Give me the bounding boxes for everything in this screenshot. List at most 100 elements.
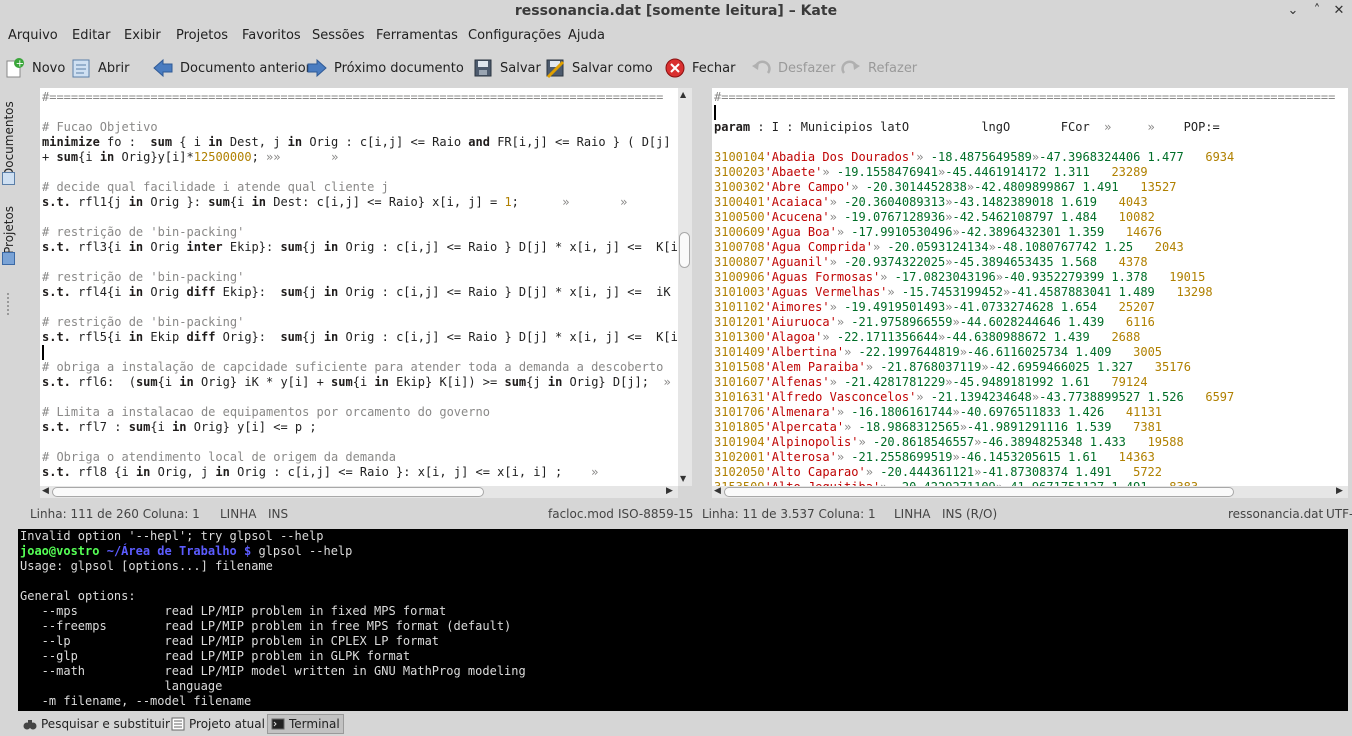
- new-label: Novo: [32, 60, 66, 76]
- menu-ferramentas[interactable]: Ferramentas: [376, 28, 458, 43]
- left-editor-view[interactable]: #=======================================…: [40, 88, 678, 486]
- new-document-icon: +: [4, 57, 26, 79]
- undo-icon: [750, 57, 772, 79]
- code-line: s.t. rfl5{i in Ekip diff Orig}: sum{j in…: [42, 330, 678, 344]
- data-row: 3102001'Alterosa'» -21.2558699519»-46.14…: [714, 450, 1155, 464]
- data-row: 3101102'Aimores'» -19.4919501493»-41.073…: [714, 300, 1155, 314]
- right-horizontal-scrollbar[interactable]: ◀ ▶: [712, 486, 1348, 498]
- tab-search-replace[interactable]: Pesquisar e substituir: [20, 714, 173, 734]
- project-list-icon: [171, 717, 185, 731]
- right-filename: ressonancia.dat: [1228, 507, 1324, 521]
- terminal-prompt-line: joao@vostro ~/Área de Trabalho $ glpsol …: [20, 544, 352, 559]
- data-row: 3101607'Alfenas'» -21.4281781229»-45.948…: [714, 375, 1148, 389]
- scroll-left-arrow-icon[interactable]: ◀: [42, 486, 49, 496]
- left-input-mode[interactable]: LINHA: [220, 507, 256, 521]
- open-folder-icon: [70, 57, 92, 79]
- right-insert-mode[interactable]: INS (R/O): [942, 507, 997, 521]
- data-row: 3100906'Aguas Formosas'» -17.0823043196»…: [714, 270, 1206, 284]
- terminal-line: -m filename, --model filename: [20, 694, 252, 708]
- scroll-up-arrow-icon[interactable]: ▲: [680, 90, 686, 99]
- terminal-panel[interactable]: Invalid option '--hepl'; try glpsol --he…: [18, 529, 1348, 711]
- code-line: s.t. rfl1{j in Orig }: sum{i in Dest: c[…: [42, 195, 628, 209]
- close-label: Fechar: [692, 60, 736, 76]
- close-document-button[interactable]: Fechar: [664, 56, 735, 80]
- binoculars-icon: [23, 717, 37, 731]
- left-vertical-scrollbar[interactable]: ▲ ▼: [678, 88, 692, 486]
- data-row: 3101201'Aiuruoca'» -21.9758966559»-44.60…: [714, 315, 1155, 329]
- menu-ajuda[interactable]: Ajuda: [568, 28, 605, 43]
- data-row: 3101508'Alem Paraiba'» -21.8768037119»-4…: [714, 360, 1191, 374]
- code-line: # decide qual facilidade i atende qual c…: [42, 180, 389, 194]
- tab-terminal[interactable]: Terminal: [267, 714, 344, 734]
- right-scroll-left-arrow-icon[interactable]: ◀: [714, 486, 721, 496]
- menu-editar[interactable]: Editar: [72, 28, 111, 43]
- menu-exibir[interactable]: Exibir: [124, 28, 161, 43]
- menu-projetos[interactable]: Projetos: [176, 28, 228, 43]
- redo-button[interactable]: Refazer: [840, 56, 917, 80]
- project-icon: [2, 252, 15, 265]
- data-row: 3100807'Aguanil'» -20.9374322025»-45.389…: [714, 255, 1148, 269]
- data-separator-line: #=======================================…: [714, 90, 1336, 104]
- left-vertical-scroll-thumb[interactable]: [679, 232, 690, 268]
- next-document-label: Próximo documento: [334, 60, 464, 76]
- save-label: Salvar: [500, 60, 541, 76]
- text-cursor: [714, 105, 716, 120]
- current-line-highlight: [40, 345, 678, 360]
- main-toolbar: + Novo Abrir Documento anterior Próximo …: [0, 50, 1352, 84]
- left-horizontal-scrollbar[interactable]: ◀ ▶: [40, 486, 678, 498]
- close-window-button[interactable]: ✕: [1330, 2, 1348, 20]
- data-row: 3101003'Aguas Vermelhas'» -15.7453199452…: [714, 285, 1213, 299]
- tab-current-project[interactable]: Projeto atual: [168, 714, 268, 734]
- minimize-button[interactable]: ⌄: [1284, 2, 1302, 20]
- right-horizontal-scroll-thumb[interactable]: [724, 487, 1234, 497]
- code-line: # Fucao Objetivo: [42, 120, 158, 134]
- splitter-handle[interactable]: [7, 293, 10, 315]
- left-horizontal-scroll-thumb[interactable]: [52, 487, 484, 497]
- menu-favoritos[interactable]: Favoritos: [242, 28, 301, 43]
- tab-search-replace-label: Pesquisar e substituir: [41, 717, 170, 731]
- right-scroll-right-arrow-icon[interactable]: ▶: [1336, 486, 1343, 496]
- save-button[interactable]: Salvar: [472, 56, 541, 80]
- save-as-button[interactable]: Salvar como: [544, 56, 653, 80]
- next-document-button[interactable]: Próximo documento: [306, 56, 464, 80]
- menu-bar: Arquivo Editar Exibir Projetos Favoritos…: [0, 23, 1352, 47]
- code-line: # restrição de 'bin-packing': [42, 225, 245, 239]
- data-row: 3101904'Alpinopolis'» -20.8618546557»-46…: [714, 435, 1184, 449]
- kate-window: ressonancia.dat [somente leitura] – Kate…: [0, 0, 1352, 736]
- scroll-right-arrow-icon[interactable]: ▶: [666, 486, 673, 496]
- previous-document-button[interactable]: Documento anterior: [152, 56, 311, 80]
- open-button[interactable]: Abrir: [70, 56, 129, 80]
- menu-configuracoes[interactable]: Configurações: [468, 28, 561, 43]
- window-title: ressonancia.dat [somente leitura] – Kate: [514, 3, 838, 19]
- left-encoding[interactable]: ISO-8859-15: [618, 507, 693, 521]
- document-list-icon: [2, 172, 15, 185]
- editor-splitter[interactable]: [692, 88, 708, 498]
- code-line: + sum{i in Orig}y[i]*12500000; »» »: [42, 150, 339, 164]
- terminal-line: General options:: [20, 589, 136, 603]
- redo-icon: [840, 57, 862, 79]
- right-input-mode[interactable]: LINHA: [894, 507, 930, 521]
- data-row: 3101706'Almenara'» -16.1806161744»-40.69…: [714, 405, 1163, 419]
- menu-arquivo[interactable]: Arquivo: [8, 28, 58, 43]
- terminal-icon: [271, 717, 285, 731]
- new-button[interactable]: + Novo: [4, 56, 65, 80]
- data-row: 3100104'Abadia Dos Dourados'» -18.487564…: [714, 150, 1235, 164]
- undo-button[interactable]: Desfazer: [750, 56, 836, 80]
- arrow-left-icon: [152, 57, 174, 79]
- left-insert-mode[interactable]: INS: [268, 507, 288, 521]
- scroll-down-arrow-icon[interactable]: ▼: [680, 474, 686, 483]
- tab-current-project-label: Projeto atual: [189, 717, 265, 731]
- data-row: 3100609'Agua Boa'» -17.9910530496»-42.38…: [714, 225, 1163, 239]
- code-line: #=======================================…: [42, 90, 664, 104]
- prompt-command: glpsol --help: [251, 544, 353, 558]
- right-status-bar: Linha: 11 de 3.537 Coluna: 1 LINHA INS (…: [696, 503, 1352, 525]
- right-editor-view[interactable]: #=======================================…: [712, 88, 1348, 486]
- data-row: 3101805'Alpercata'» -18.9868312565»-41.9…: [714, 420, 1163, 434]
- data-header-line: param : I : Municipios latO lngO FCor » …: [714, 120, 1220, 134]
- maximize-button[interactable]: ˄: [1308, 2, 1326, 20]
- open-label: Abrir: [98, 60, 130, 76]
- title-bar: ressonancia.dat [somente leitura] – Kate…: [0, 0, 1352, 23]
- code-line: # restrição de 'bin-packing': [42, 270, 245, 284]
- right-encoding[interactable]: UTF-: [1326, 507, 1352, 521]
- menu-sessoes[interactable]: Sessões: [312, 28, 365, 43]
